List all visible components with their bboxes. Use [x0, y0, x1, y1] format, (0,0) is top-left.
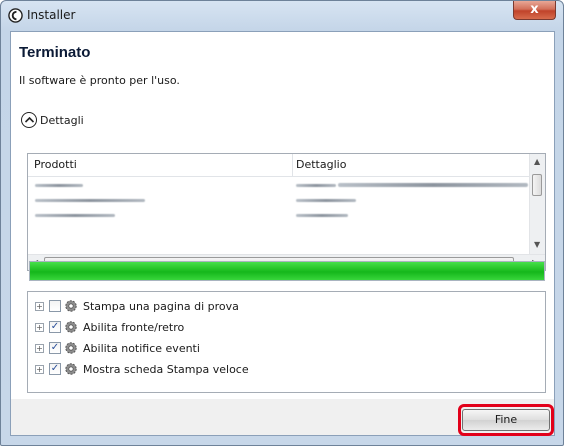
column-divider[interactable]: [292, 154, 293, 176]
redacted-cell: [35, 199, 145, 202]
details-label: Dettagli: [40, 113, 84, 127]
expand-icon[interactable]: +: [35, 343, 44, 353]
client-area: Terminato Il software è pronto per l'uso…: [10, 31, 555, 436]
column-header-products[interactable]: Prodotti: [34, 158, 77, 171]
option-row[interactable]: + ✓ Mostra scheda Stampa veloce: [28, 359, 249, 379]
vertical-scroll-thumb[interactable]: [532, 174, 542, 196]
column-header-detail[interactable]: Dettaglio: [296, 158, 346, 171]
checkbox-checked[interactable]: ✓: [49, 342, 61, 354]
page-subtitle: Il software è pronto per l'uso.: [19, 74, 180, 87]
gear-icon: [65, 321, 77, 333]
progress-bar: [29, 261, 545, 281]
checkbox-checked[interactable]: ✓: [49, 321, 61, 333]
title-bar[interactable]: Installer x: [1, 1, 563, 31]
redacted-cell: [296, 199, 356, 202]
grid-header: Prodotti Dettaglio: [28, 154, 533, 177]
gear-icon: [65, 300, 77, 312]
chevron-up-icon: [21, 112, 37, 128]
expand-icon[interactable]: +: [35, 364, 44, 374]
option-row[interactable]: + ✓ Abilita fronte/retro: [28, 317, 184, 337]
option-label: Mostra scheda Stampa veloce: [83, 362, 249, 376]
content-area: Terminato Il software è pronto per l'uso…: [11, 32, 554, 399]
checkbox-checked[interactable]: ✓: [49, 363, 61, 375]
redacted-cell: [35, 214, 115, 217]
options-tree: + Stampa una pagina di prova + ✓ Abilita…: [27, 291, 546, 393]
details-toggle[interactable]: Dettagli: [21, 110, 84, 130]
gear-icon: [65, 363, 77, 375]
installer-window: Installer x Terminato Il software è pron…: [0, 0, 564, 446]
redacted-cell: [35, 184, 83, 187]
vertical-scrollbar[interactable]: ▲ ▼: [529, 154, 545, 254]
page-title: Terminato: [19, 44, 91, 61]
option-label: Abilita notifice eventi: [83, 341, 200, 355]
close-icon: x: [530, 2, 539, 17]
scroll-up-arrow-icon[interactable]: ▲: [534, 157, 540, 166]
redacted-cell: [338, 183, 528, 187]
expand-icon[interactable]: +: [35, 322, 44, 332]
finish-button[interactable]: Fine: [462, 409, 550, 431]
redacted-cell: [296, 214, 348, 217]
redacted-cell: [296, 184, 336, 187]
gear-icon: [65, 342, 77, 354]
scroll-down-arrow-icon[interactable]: ▼: [534, 240, 540, 249]
option-label: Stampa una pagina di prova: [83, 299, 239, 313]
option-label: Abilita fronte/retro: [83, 320, 185, 334]
checkbox-unchecked[interactable]: [49, 300, 61, 312]
expand-icon[interactable]: +: [35, 301, 44, 311]
window-title: Installer: [27, 8, 76, 22]
app-icon: [8, 8, 23, 23]
option-row[interactable]: + Stampa una pagina di prova: [28, 296, 239, 316]
products-grid[interactable]: Prodotti Dettaglio ▲ ▼ ◀: [27, 153, 546, 271]
close-button[interactable]: x: [513, 1, 556, 20]
option-row[interactable]: + ✓ Abilita notifice eventi: [28, 338, 200, 358]
